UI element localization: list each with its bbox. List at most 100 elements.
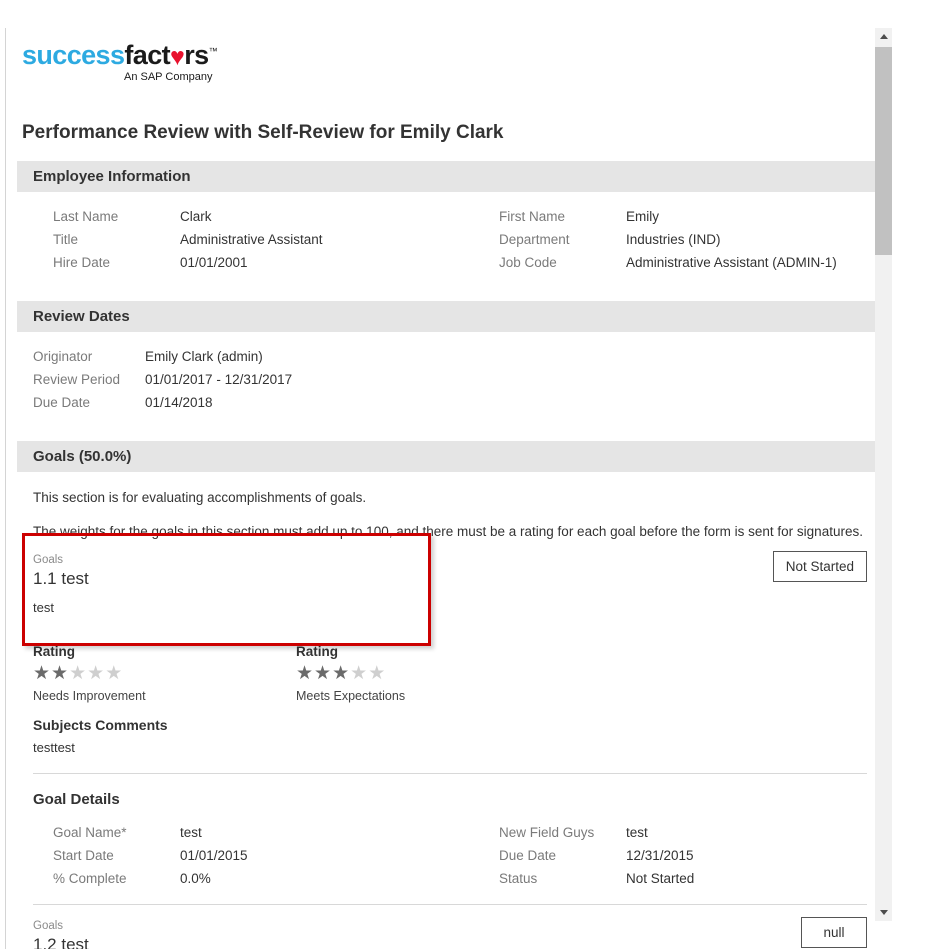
field-value: 01/14/2018 — [145, 395, 213, 410]
field-pair: Title Administrative Assistant — [17, 228, 499, 251]
field-value: Administrative Assistant (ADMIN-1) — [626, 255, 837, 270]
review-dates-fields: Originator Emily Clark (admin) Review Pe… — [17, 332, 875, 424]
rating-block-manager: Rating ★★★★★ Needs Improvement — [33, 644, 296, 703]
up-arrow-icon — [879, 34, 888, 39]
field-label: Department — [499, 232, 570, 247]
field-pair: Hire Date 01/01/2001 — [17, 251, 499, 274]
goals-intro-line-1: This section is for evaluating accomplis… — [33, 490, 367, 505]
field-value: 12/31/2015 — [626, 848, 694, 863]
logo-text-success: success — [22, 40, 125, 70]
goals-intro-line-2: The weights for the goals in this sectio… — [33, 524, 863, 539]
trademark-symbol: ™ — [208, 46, 218, 56]
field-row: Start Date 01/01/2015 Due Date 12/31/201… — [33, 844, 867, 867]
field-label: Originator — [33, 349, 93, 364]
field-row: Originator Emily Clark (admin) — [33, 345, 875, 368]
field-row: Hire Date 01/01/2001 Job Code Administra… — [17, 251, 875, 274]
employee-information-section: Employee Information Last Name Clark Fir… — [17, 161, 875, 284]
field-pair: Originator Emily Clark (admin) — [33, 345, 263, 368]
goal-kicker: Goals — [33, 554, 64, 566]
field-value: Industries (IND) — [626, 232, 721, 247]
star-filled-icon[interactable]: ★ — [296, 663, 314, 684]
goals-section: Goals (50.0%) This section is for evalua… — [17, 441, 875, 949]
field-label: Status — [499, 871, 538, 886]
goal-1-header: Goals 1.1 test Not Started — [33, 551, 867, 593]
goal-2-status-badge[interactable]: null — [801, 917, 867, 948]
star-filled-icon[interactable]: ★ — [332, 663, 350, 684]
field-value: Clark — [180, 209, 212, 224]
divider — [33, 904, 867, 905]
right-gutter — [892, 0, 931, 949]
successfactors-logo: successfact♥rs™ An SAP Company — [6, 28, 875, 84]
scroll-up-button[interactable] — [875, 28, 892, 45]
field-pair: Review Period 01/01/2017 - 12/31/2017 — [33, 368, 292, 391]
field-label: Job Code — [499, 255, 557, 270]
field-row: Title Administrative Assistant Departmen… — [17, 228, 875, 251]
star-rating-control[interactable]: ★★★★★ — [33, 663, 296, 685]
field-row: Last Name Clark First Name Emily — [17, 205, 875, 228]
goal-name: 1.1 test — [33, 569, 89, 588]
field-label: Goal Name* — [53, 825, 127, 840]
employee-information-fields: Last Name Clark First Name Emily Title A… — [17, 192, 875, 284]
field-label: New Field Guys — [499, 825, 595, 840]
goal-kicker: Goals — [33, 920, 64, 932]
goal-1-ratings: Rating ★★★★★ Needs Improvement Rating ★★… — [33, 644, 867, 703]
star-rating-control[interactable]: ★★★★★ — [296, 663, 559, 685]
star-filled-icon[interactable]: ★ — [51, 663, 69, 684]
star-empty-icon[interactable]: ★ — [87, 663, 105, 684]
field-value: Emily Clark (admin) — [145, 349, 263, 364]
field-pair: Status Not Started — [499, 867, 875, 890]
field-pair: % Complete 0.0% — [33, 867, 499, 890]
application-frame: successfact♥rs™ An SAP Company Performan… — [0, 0, 931, 949]
field-pair: Due Date 01/14/2018 — [33, 391, 213, 414]
goal-2-header: Goals 1.2 test null — [33, 917, 867, 949]
field-pair: Job Code Administrative Assistant (ADMIN… — [499, 251, 875, 274]
star-empty-icon[interactable]: ★ — [350, 663, 368, 684]
review-document: successfact♥rs™ An SAP Company Performan… — [6, 28, 875, 949]
field-value: test — [626, 825, 648, 840]
field-pair: Department Industries (IND) — [499, 228, 875, 251]
rating-title: Rating — [33, 644, 75, 659]
field-label: Start Date — [53, 848, 114, 863]
document-viewport: successfact♥rs™ An SAP Company Performan… — [5, 28, 875, 949]
rating-block-self: Rating ★★★★★ Meets Expectations — [296, 644, 559, 703]
review-dates-section: Review Dates Originator Emily Clark (adm… — [17, 301, 875, 424]
field-value: test — [180, 825, 202, 840]
star-empty-icon[interactable]: ★ — [368, 663, 386, 684]
employee-information-header: Employee Information — [17, 161, 875, 192]
goal-details-fields: Goal Name* test New Field Guys test Star… — [33, 808, 867, 900]
vertical-scrollbar[interactable] — [875, 28, 892, 921]
subjects-comments-text: testtest — [33, 740, 75, 755]
star-filled-icon[interactable]: ★ — [314, 663, 332, 684]
field-label: Hire Date — [53, 255, 111, 270]
field-value: Emily — [626, 209, 659, 224]
goal-name: 1.2 test — [33, 935, 89, 949]
goal-1-status-badge[interactable]: Not Started — [772, 551, 867, 582]
star-empty-icon[interactable]: ★ — [105, 663, 123, 684]
goals-header: Goals (50.0%) — [17, 441, 875, 472]
goals-body: This section is for evaluating accomplis… — [17, 490, 875, 949]
star-filled-icon[interactable]: ★ — [33, 663, 51, 684]
field-label: Title — [53, 232, 79, 247]
field-label: Due Date — [499, 848, 557, 863]
scroll-down-button[interactable] — [875, 904, 892, 921]
scrollbar-thumb[interactable] — [875, 47, 892, 255]
field-pair: Last Name Clark — [17, 205, 499, 228]
subjects-comments-title: Subjects Comments — [33, 717, 168, 733]
field-pair: New Field Guys test — [499, 821, 875, 844]
field-value: Not Started — [626, 871, 695, 886]
logo-wordmark: successfact♥rs™ — [22, 40, 875, 71]
field-label: First Name — [499, 209, 566, 224]
rating-label: Needs Improvement — [33, 689, 146, 703]
field-row: Goal Name* test New Field Guys test — [33, 821, 867, 844]
goal-details-title: Goal Details — [33, 791, 120, 808]
star-empty-icon[interactable]: ★ — [69, 663, 87, 684]
field-value: 01/01/2015 — [180, 848, 248, 863]
rating-label: Meets Expectations — [296, 689, 406, 703]
field-label: Review Period — [33, 372, 121, 387]
logo-tagline: An SAP Company — [124, 71, 213, 83]
field-label: Due Date — [33, 395, 91, 410]
divider — [33, 773, 867, 774]
field-pair: Start Date 01/01/2015 — [33, 844, 499, 867]
field-value: 01/01/2017 - 12/31/2017 — [145, 372, 293, 387]
heart-icon: ♥ — [170, 43, 185, 71]
